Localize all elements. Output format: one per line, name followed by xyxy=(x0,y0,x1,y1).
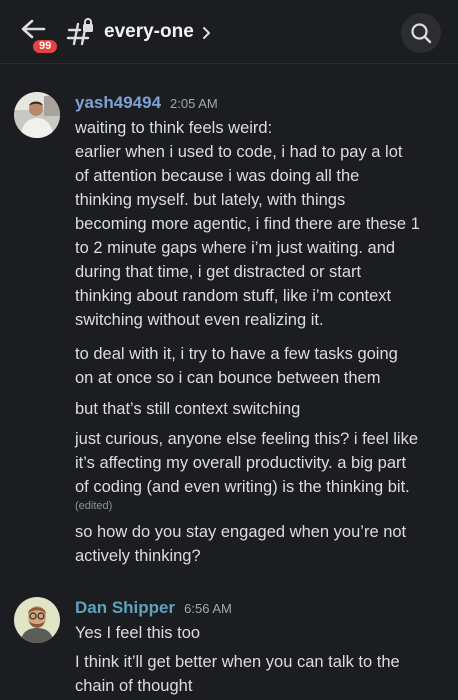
author-name[interactable]: Dan Shipper xyxy=(75,598,175,618)
message-text: waiting to think feels weird: earlier wh… xyxy=(75,116,455,332)
message-line: during that time, i get distracted or st… xyxy=(75,263,362,281)
message-line: thinking myself. but lately, with things xyxy=(75,191,346,209)
message-line: Yes I feel this too xyxy=(75,624,201,642)
message-text: but that’s still context switching xyxy=(75,397,455,421)
message-line: actively thinking? xyxy=(75,547,201,565)
timestamp: 6:56 AM xyxy=(184,601,232,616)
message-line: of attention because i was doing all the xyxy=(75,167,360,185)
message-text: just curious, anyone else feeling this? … xyxy=(75,427,455,515)
message-line: earlier when i used to code, i had to pa… xyxy=(75,143,403,161)
message-header: yash49494 2:05 AM xyxy=(75,93,218,113)
message-line: to deal with it, i try to have a few tas… xyxy=(75,345,398,363)
timestamp: 2:05 AM xyxy=(170,96,218,111)
author-name[interactable]: yash49494 xyxy=(75,93,161,113)
message-header: Dan Shipper 6:56 AM xyxy=(75,598,232,618)
message-line: becoming more agentic, i find there are … xyxy=(75,215,420,233)
message-line: I think it’ll get better when you can ta… xyxy=(75,653,400,671)
channel-header: 99 every-one xyxy=(0,0,458,64)
search-button[interactable] xyxy=(401,13,441,53)
edited-marker: (edited) xyxy=(75,500,113,512)
message-line: waiting to think feels weird: xyxy=(75,119,273,137)
message-line: so how do you stay engaged when you’re n… xyxy=(75,523,407,541)
message-text: I think it’ll get better when you can ta… xyxy=(75,650,455,698)
message-text: Yes I feel this too xyxy=(75,621,455,645)
message-line: just curious, anyone else feeling this? … xyxy=(75,430,419,448)
message-line: thinking about random stuff, like i’m co… xyxy=(75,287,392,305)
avatar[interactable] xyxy=(14,597,60,643)
unread-badge: 99 xyxy=(30,37,61,56)
locked-hash-icon xyxy=(66,18,96,46)
message-text: to deal with it, i try to have a few tas… xyxy=(75,342,455,390)
avatar[interactable] xyxy=(14,92,60,138)
message-line: switching without even realizing it. xyxy=(75,311,324,329)
message-line: on at once so i can bounce between them xyxy=(75,369,381,387)
channel-name[interactable]: every-one xyxy=(104,21,194,43)
chevron-right-icon[interactable] xyxy=(202,26,212,40)
message-line: but that’s still context switching xyxy=(75,400,301,418)
message-text: so how do you stay engaged when you’re n… xyxy=(75,520,455,568)
message-line: of coding (and even writing) is the thin… xyxy=(75,478,410,496)
message-line: to 2 minute gaps where i’m just waiting.… xyxy=(75,239,396,257)
search-icon xyxy=(411,23,432,44)
message-line: it’s affecting my overall productivity. … xyxy=(75,454,407,472)
message-line: chain of thought xyxy=(75,677,193,695)
